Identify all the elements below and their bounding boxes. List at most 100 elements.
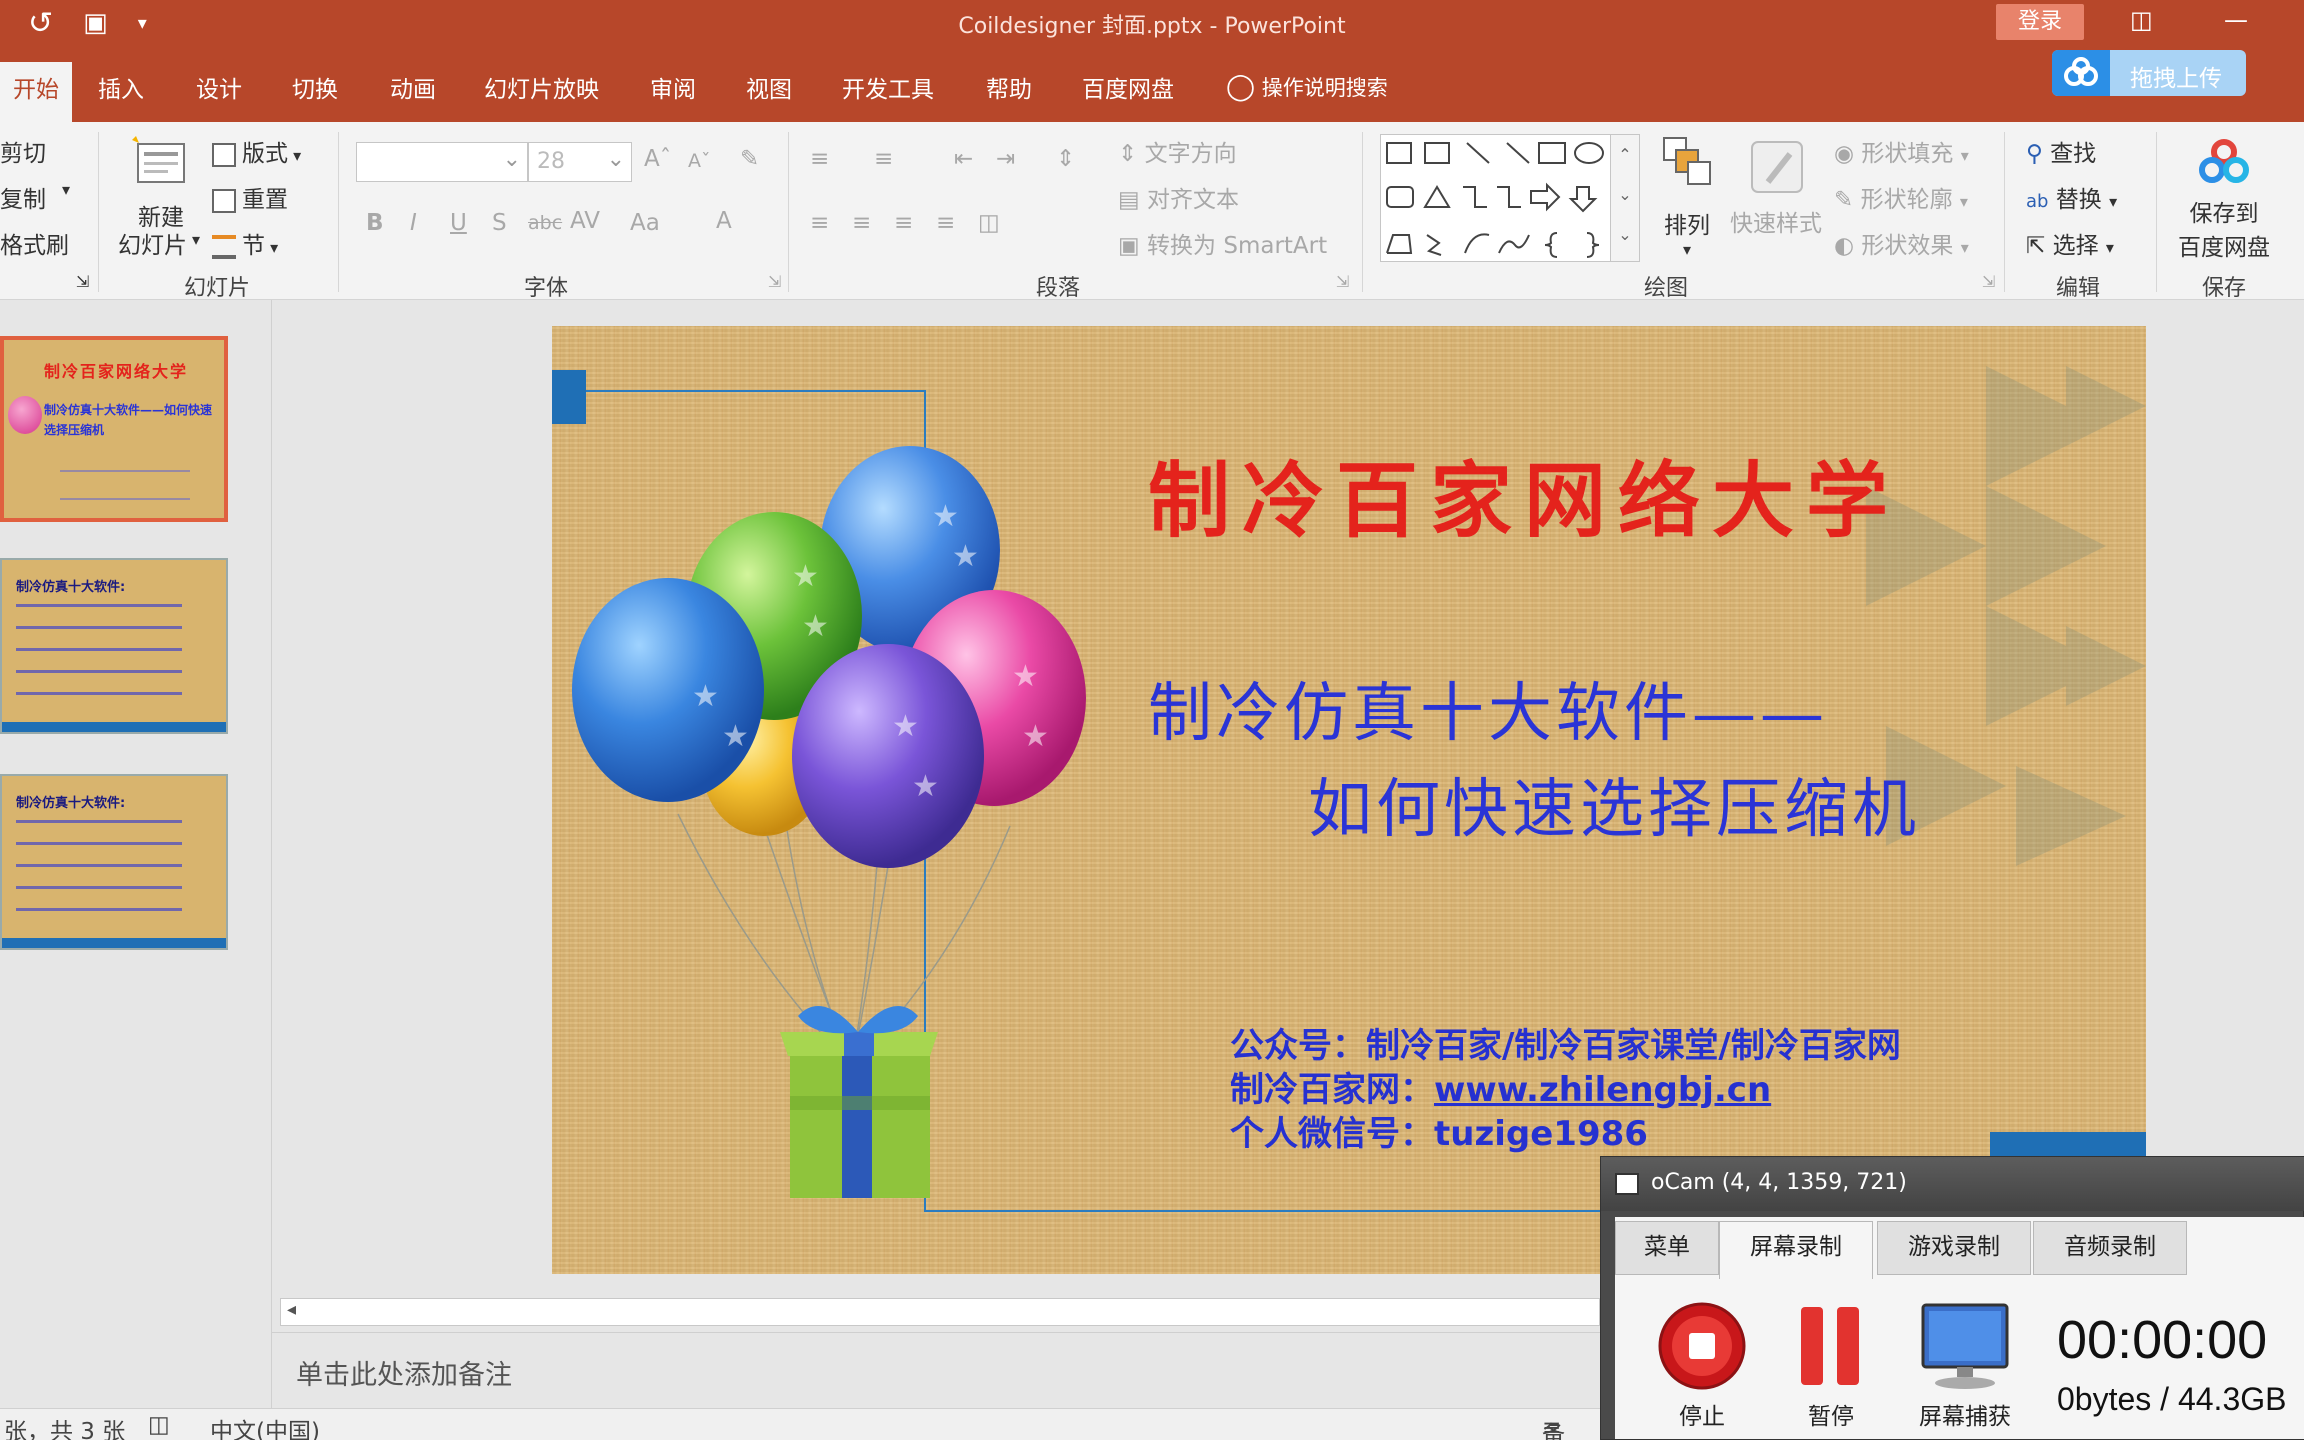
line-spacing-icon[interactable]: ⇕ xyxy=(1056,146,1075,172)
shapes-gallery[interactable] xyxy=(1380,134,1628,262)
slide-info-wechat-accounts[interactable]: 公众号：制冷百家/制冷百家课堂/制冷百家网 xyxy=(1230,1018,1901,1067)
quick-styles-button[interactable]: 快速样式 xyxy=(1730,134,1822,238)
columns-icon[interactable]: ◫ xyxy=(978,210,1000,236)
tab-home[interactable]: 开始 xyxy=(0,62,72,122)
ocam-tab-menu[interactable]: 菜单 xyxy=(1615,1221,1719,1275)
shape-fill-button[interactable]: ◉ 形状填充 ▾ xyxy=(1834,134,1969,168)
slide-subtitle-line-2[interactable]: 如何快速选择压缩机 xyxy=(1308,758,1920,850)
login-button[interactable]: 登录 xyxy=(1996,4,2084,40)
increase-indent-icon[interactable]: ⇥ xyxy=(996,146,1015,172)
tab-developer[interactable]: 开发工具 xyxy=(842,70,934,104)
tab-transitions[interactable]: 切换 xyxy=(292,70,338,104)
font-size-combobox[interactable]: 28 ⌄ xyxy=(528,142,632,182)
shape-outline-button[interactable]: ✎ 形状轮廓 ▾ xyxy=(1834,180,1968,214)
ocam-title-bar[interactable]: oCam (4, 4, 1359, 721) xyxy=(1601,1157,2304,1211)
decrease-font-size-icon[interactable]: Aˇ xyxy=(688,150,711,172)
character-spacing-icon[interactable]: AV xyxy=(570,208,600,234)
slide-canvas[interactable]: ★ ★ ★ ★ ★ ★ ★ ★ ★ ★ 制冷百家网络大学 制冷仿真十大软件—— 如何快速选… xyxy=(552,326,2146,1274)
redo-icon[interactable]: ↺ xyxy=(28,6,53,41)
numbering-icon[interactable]: ≡ xyxy=(874,146,893,172)
start-from-beginning-icon[interactable]: ▣ xyxy=(83,8,108,38)
upload-button[interactable]: 拖拽上传 xyxy=(2052,50,2246,96)
slide-info-personal-wechat[interactable]: 个人微信号：tuzige1986 xyxy=(1230,1106,1648,1155)
tab-design[interactable]: 设计 xyxy=(196,70,242,104)
window-title: Coildesigner 封面.pptx - PowerPoint xyxy=(958,14,1346,39)
align-right-icon[interactable]: ≡ xyxy=(894,210,913,236)
scroll-down-icon[interactable]: ⌄ xyxy=(1611,175,1639,215)
underline-icon[interactable]: U xyxy=(450,210,467,236)
copy-dropdown-icon[interactable]: ▾ xyxy=(62,180,70,199)
section-button[interactable]: 节 ▾ xyxy=(212,226,278,260)
font-name-combobox[interactable]: ⌄ xyxy=(356,142,528,182)
minimize-icon[interactable]: — xyxy=(2224,6,2248,34)
reset-button[interactable]: 重置 xyxy=(212,180,288,214)
tab-animations[interactable]: 动画 xyxy=(390,70,436,104)
cut-button[interactable]: 剪切 xyxy=(0,134,46,168)
ocam-app-icon xyxy=(1615,1173,1639,1195)
spellcheck-icon[interactable]: ◫ xyxy=(148,1412,170,1438)
tab-help[interactable]: 帮助 xyxy=(986,70,1032,104)
scroll-up-icon[interactable]: ⌃ xyxy=(1611,135,1639,175)
drawing-launcher-icon[interactable]: ⇲ xyxy=(1982,272,1995,291)
clipboard-launcher-icon[interactable]: ⇲ xyxy=(76,272,89,291)
slide-thumbnail-3[interactable]: 制冷仿真十大软件: xyxy=(0,774,228,950)
slide-thumbnail-2[interactable]: 制冷仿真十大软件: xyxy=(0,558,228,734)
scroll-left-icon[interactable]: ◂ xyxy=(287,1299,296,1320)
replace-button[interactable]: ab 替换 ▾ xyxy=(2026,180,2117,214)
shadow-icon[interactable]: S xyxy=(492,210,507,236)
shape-effects-button[interactable]: ◐ 形状效果 ▾ xyxy=(1834,226,1969,260)
align-text-button[interactable]: ▤ 对齐文本 xyxy=(1118,180,1239,214)
paint-bucket-icon: ◉ xyxy=(1834,141,1855,167)
font-launcher-icon[interactable]: ⇲ xyxy=(768,272,781,291)
layout-button[interactable]: 版式 ▾ xyxy=(212,134,301,168)
align-center-icon[interactable]: ≡ xyxy=(852,210,871,236)
clear-formatting-icon[interactable]: ✎ xyxy=(740,146,759,172)
convert-smartart-button[interactable]: ▣ 转换为 SmartArt xyxy=(1118,226,1327,260)
customize-qat-icon[interactable]: ▾ xyxy=(138,13,147,34)
paragraph-launcher-icon[interactable]: ⇲ xyxy=(1336,272,1349,291)
increase-font-size-icon[interactable]: Aˆ xyxy=(644,146,671,172)
select-button[interactable]: ⇱ 选择 ▾ xyxy=(2026,226,2114,260)
text-direction-button[interactable]: ⇕ 文字方向 xyxy=(1118,134,1237,168)
gallery-more-icon[interactable]: ⌄ xyxy=(1611,215,1639,255)
tab-insert[interactable]: 插入 xyxy=(98,70,144,104)
new-slide-icon[interactable] xyxy=(130,134,190,194)
format-painter-button[interactable]: 格式刷 xyxy=(0,226,69,260)
website-link[interactable]: www.zhilengbj.cn xyxy=(1434,1070,1771,1110)
new-slide-dropdown-icon[interactable]: ▾ xyxy=(192,230,200,249)
save-to-baidu-button[interactable]: 保存到 百度网盘 xyxy=(2178,136,2270,262)
slide-info-website[interactable]: 制冷百家网：www.zhilengbj.cn xyxy=(1230,1062,1771,1111)
shapes-gallery-scroll[interactable]: ⌃ ⌄ ⌄ xyxy=(1610,134,1640,262)
slide-subtitle-line-1[interactable]: 制冷仿真十大软件—— xyxy=(1148,662,1828,754)
ocam-stop-button[interactable]: 停止 xyxy=(1657,1301,1747,1431)
tell-me-search[interactable]: ◯ 操作说明搜索 xyxy=(1226,72,1388,102)
copy-button[interactable]: 复制 xyxy=(0,180,46,214)
bullets-icon[interactable]: ≡ xyxy=(810,146,829,172)
align-left-icon[interactable]: ≡ xyxy=(810,210,829,236)
ocam-window[interactable]: oCam (4, 4, 1359, 721) 菜单 屏幕录制 游戏录制 音频录制… xyxy=(1600,1156,2304,1440)
horizontal-scrollbar[interactable]: ◂ xyxy=(280,1298,1600,1326)
ocam-pause-button[interactable]: 暂停 xyxy=(1791,1301,1871,1431)
justify-icon[interactable]: ≡ xyxy=(936,210,955,236)
ocam-capture-button[interactable]: 屏幕捕获 xyxy=(1917,1301,2013,1431)
tab-baidu-netdisk[interactable]: 百度网盘 xyxy=(1082,70,1174,104)
change-case-icon[interactable]: Aa xyxy=(630,210,660,236)
italic-icon[interactable]: I xyxy=(410,210,417,236)
strikethrough-icon[interactable]: abc xyxy=(528,212,562,234)
ribbon-display-options-icon[interactable]: ◫ xyxy=(2130,6,2153,34)
ocam-tab-game-record[interactable]: 游戏录制 xyxy=(1877,1221,2031,1275)
slide-title[interactable]: 制冷百家网络大学 xyxy=(1148,434,1900,553)
new-slide-dropdown-label[interactable]: 幻灯片 xyxy=(118,226,187,260)
ocam-tab-screen-record[interactable]: 屏幕录制 xyxy=(1719,1221,1873,1279)
find-button[interactable]: ⚲ 查找 xyxy=(2026,134,2096,168)
tab-review[interactable]: 审阅 xyxy=(650,70,696,104)
arrange-button[interactable]: 排列 ▾ xyxy=(1660,134,1714,259)
tab-view[interactable]: 视图 xyxy=(746,70,792,104)
language-indicator[interactable]: 中文(中国) xyxy=(210,1412,320,1440)
decrease-indent-icon[interactable]: ⇤ xyxy=(954,146,973,172)
slide-thumbnail-1[interactable]: 制冷百家网络大学 制冷仿真十大软件——如何快速选择压缩机 xyxy=(0,336,228,522)
font-color-icon[interactable]: A xyxy=(716,208,732,234)
ocam-tab-audio-record[interactable]: 音频录制 xyxy=(2033,1221,2187,1275)
tab-slideshow[interactable]: 幻灯片放映 xyxy=(484,70,599,104)
bold-icon[interactable]: B xyxy=(366,210,384,236)
